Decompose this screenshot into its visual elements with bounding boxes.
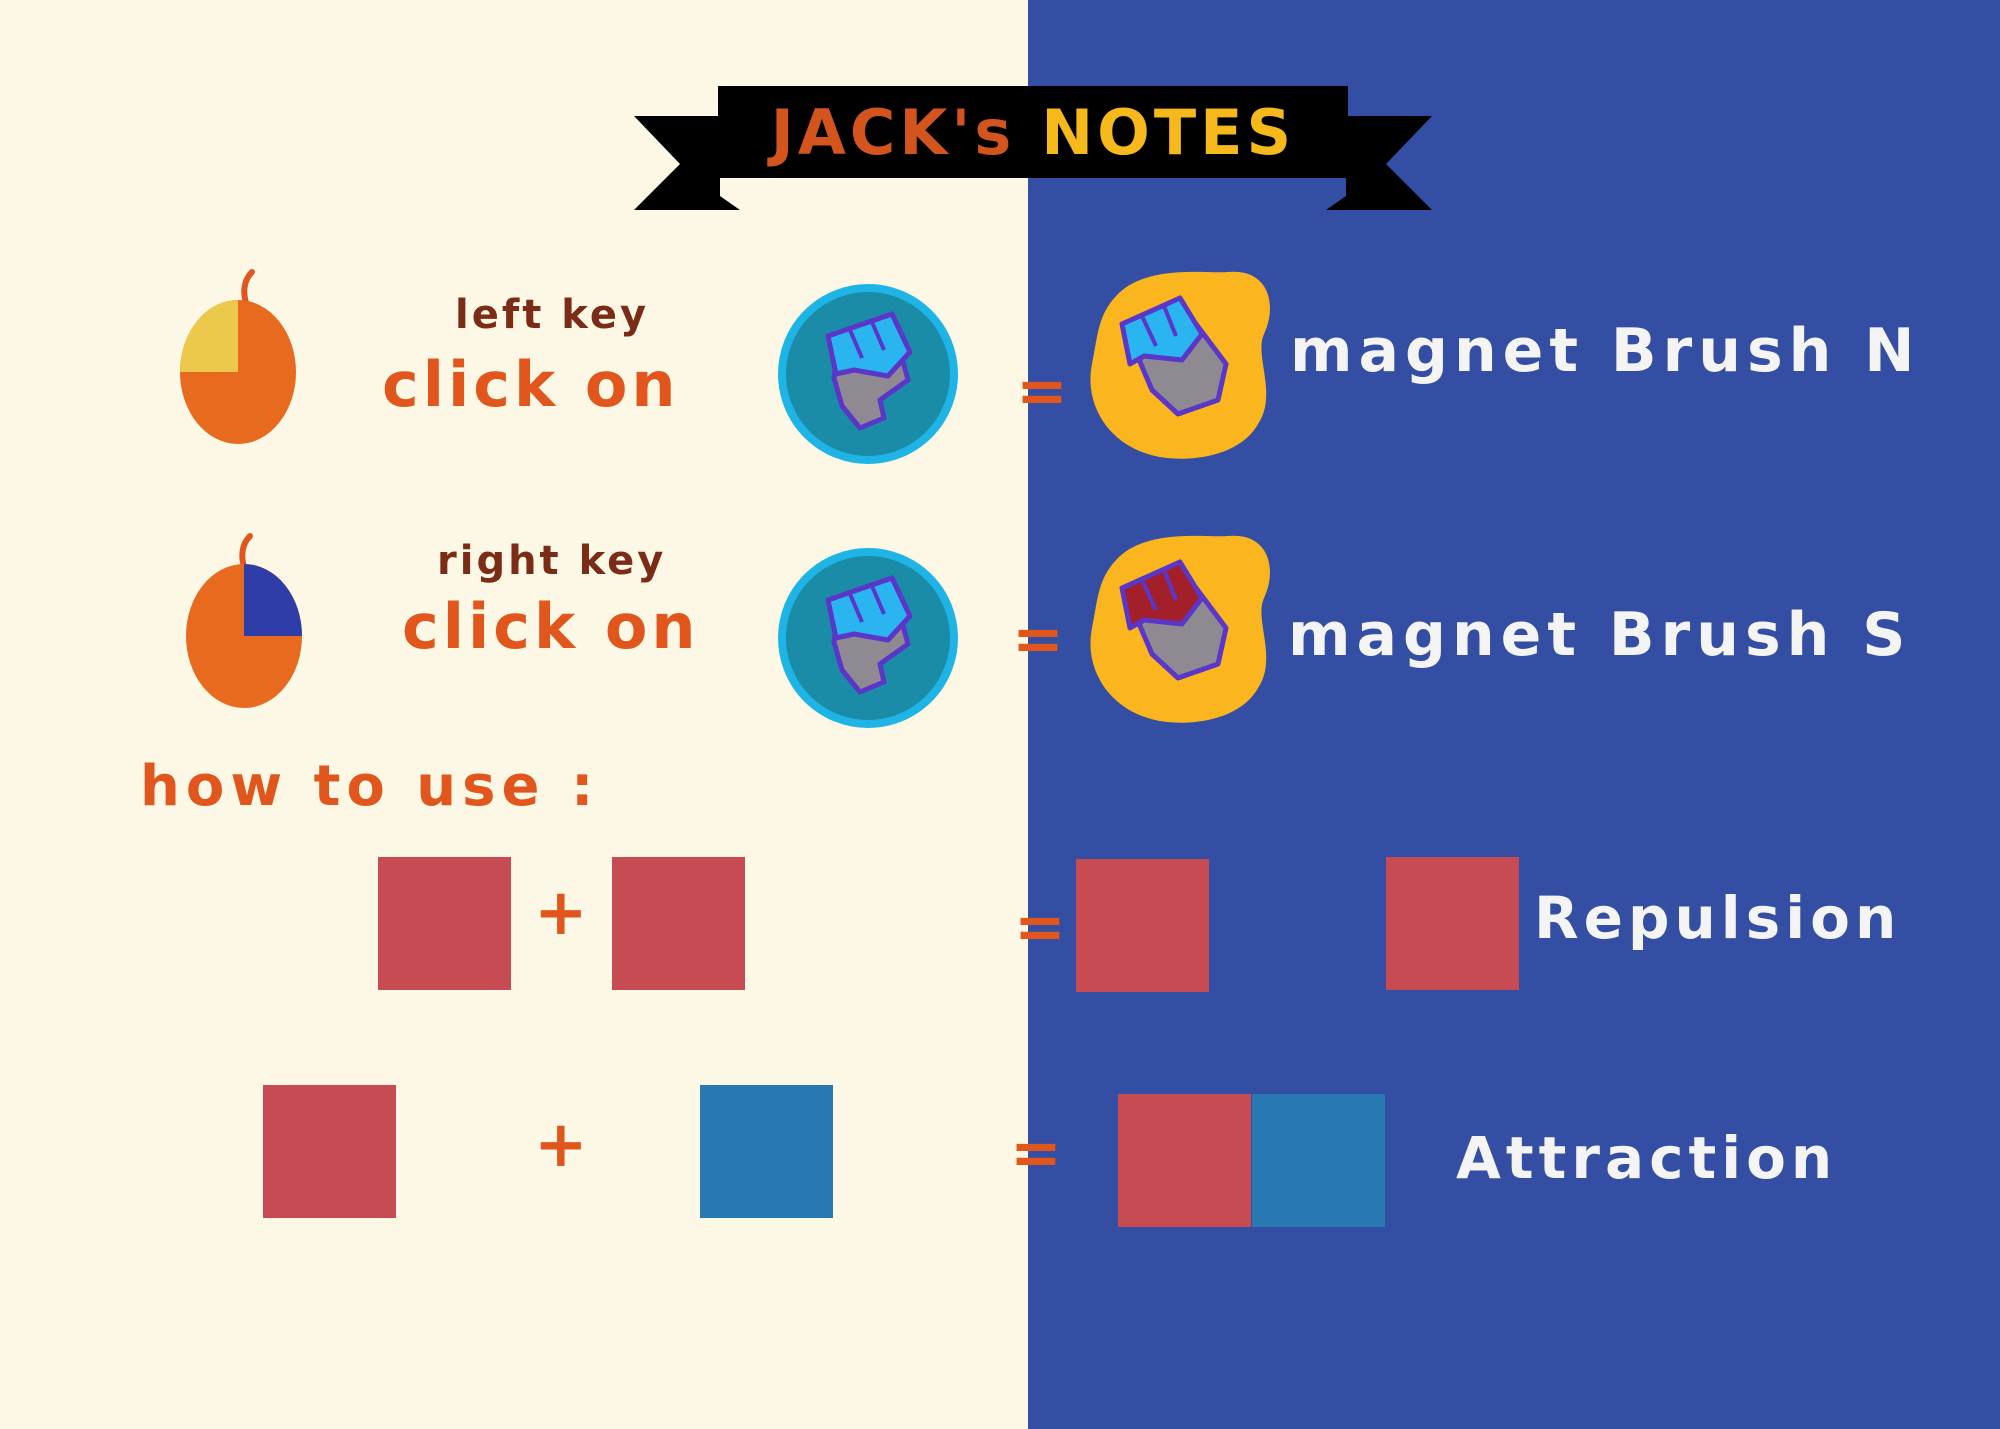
how-to-use-heading: how to use : xyxy=(140,754,600,819)
equals-sign-2: = xyxy=(1012,602,1064,675)
red-block xyxy=(378,857,511,990)
magnet-glove-icon xyxy=(778,548,958,728)
blue-block xyxy=(700,1085,833,1218)
magnet-brush-n-icon xyxy=(1090,271,1270,459)
equals-sign-1: = xyxy=(1016,354,1068,427)
red-block xyxy=(1386,857,1519,990)
mouse-left-icon xyxy=(180,269,296,444)
mouse-right-icon xyxy=(186,533,302,708)
red-block xyxy=(1076,859,1209,992)
plus-sign-1: + xyxy=(534,876,588,950)
left-key-label: left key xyxy=(455,292,650,338)
blue-block xyxy=(1252,1094,1385,1227)
red-block xyxy=(612,857,745,990)
brush-s-label: magnet Brush S xyxy=(1288,600,1912,670)
plus-sign-2: + xyxy=(534,1108,588,1182)
brush-n-label: magnet Brush N xyxy=(1290,316,1921,386)
attraction-label: Attraction xyxy=(1456,1124,1838,1192)
red-block xyxy=(263,1085,396,1218)
right-key-label: right key xyxy=(437,538,667,584)
magnet-glove-icon xyxy=(778,284,958,464)
equals-sign-3: = xyxy=(1014,890,1066,963)
red-block xyxy=(1118,1094,1251,1227)
title-part-1: JACK's xyxy=(770,95,1016,169)
repulsion-label: Repulsion xyxy=(1534,884,1902,952)
magnet-brush-s-icon xyxy=(1090,535,1270,723)
page-title: JACK's NOTES xyxy=(718,86,1348,178)
right-click-label: click on xyxy=(402,590,700,663)
equals-sign-4: = xyxy=(1010,1116,1062,1189)
title-part-2: NOTES xyxy=(1041,95,1296,169)
left-click-label: click on xyxy=(382,348,680,421)
